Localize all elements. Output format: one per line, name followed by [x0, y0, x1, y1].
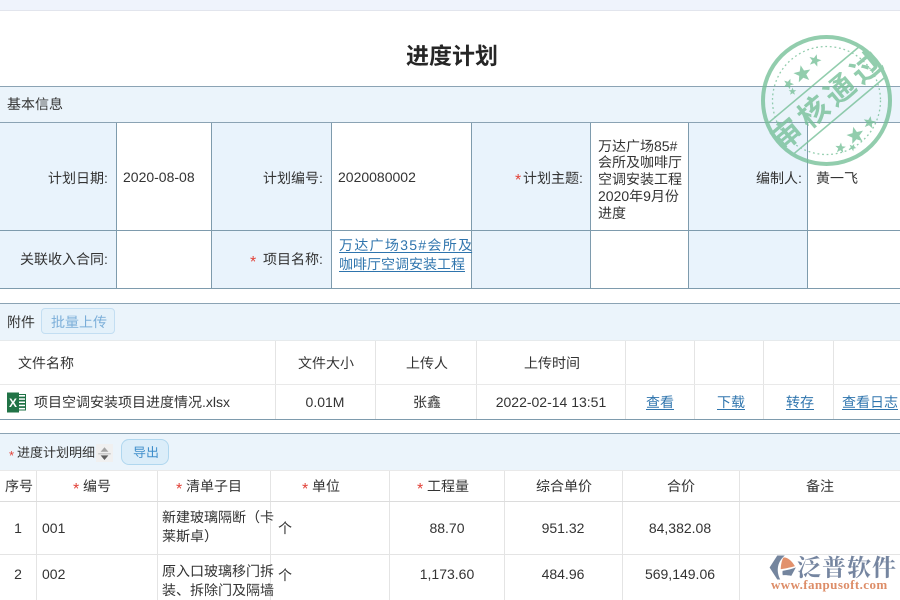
svg-text:X: X [9, 396, 17, 410]
